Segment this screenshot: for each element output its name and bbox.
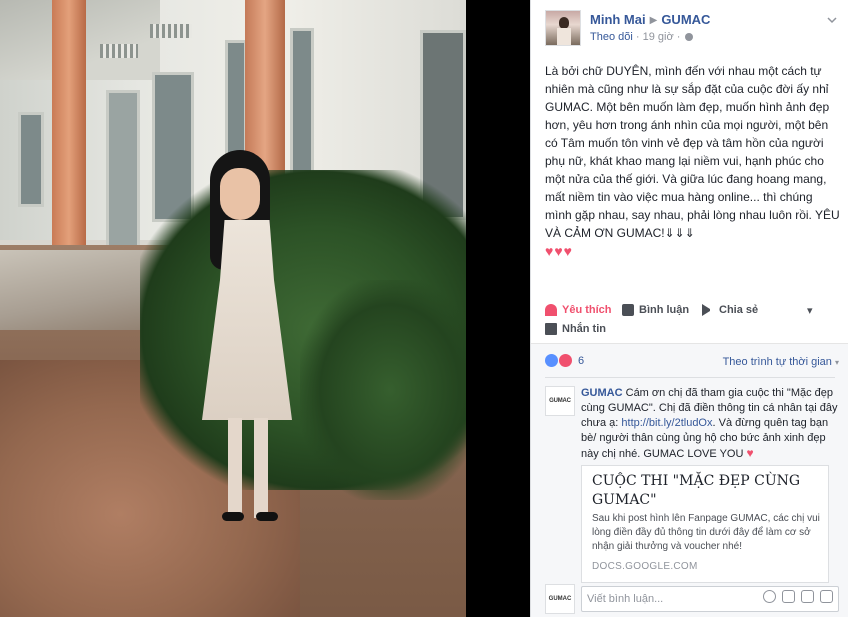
- share-more-button[interactable]: ▾: [807, 304, 813, 317]
- share-label: Chia sẻ: [719, 304, 759, 316]
- post-header: Minh Mai ▶ GUMAC Theo dõi · 19 giờ ·: [545, 10, 843, 50]
- photo-bush: [300, 280, 466, 500]
- emoji-icon[interactable]: [763, 590, 776, 603]
- comment-label: Bình luận: [639, 304, 690, 316]
- heart-icon: [545, 304, 557, 316]
- author-name[interactable]: Minh Mai: [590, 12, 646, 27]
- photo-pane[interactable]: [0, 0, 530, 617]
- photo-vent: [100, 44, 138, 58]
- post-meta: Theo dõi · 19 giờ ·: [590, 31, 694, 43]
- comment-body: GUMAC Cám ơn chị đã tham gia cuộc thi "M…: [581, 386, 839, 462]
- post-author-line: Minh Mai ▶ GUMAC: [590, 12, 710, 27]
- messenger-icon: [545, 323, 557, 335]
- post-time[interactable]: 19 giờ: [643, 31, 674, 43]
- arrow-icon: ▶: [649, 15, 658, 26]
- globe-icon: [685, 33, 694, 42]
- sticker-icon[interactable]: [820, 590, 833, 603]
- comment-input-tools: [763, 590, 833, 603]
- reaction-count: 6: [578, 354, 585, 367]
- photo-person: [180, 150, 320, 530]
- post-text: Là bởi chữ DUYÊN, mình đến với nhau một …: [545, 62, 841, 261]
- photo-pillar: [52, 0, 86, 250]
- chevron-down-icon: ▾: [807, 305, 813, 317]
- post-body: Là bởi chữ DUYÊN, mình đến với nhau một …: [545, 64, 840, 240]
- link-attachment[interactable]: CUỘC THI "MẶC ĐẸP CÙNG GUMAC" Sau khi po…: [581, 465, 829, 583]
- photo-shoe: [222, 512, 244, 521]
- heart-emoji: ♥: [746, 446, 755, 460]
- viewer-avatar: GUMAC: [545, 584, 575, 614]
- like-reaction-icon: [545, 354, 558, 367]
- post-actions: Yêu thích Bình luận Chia sẻ ▾ Nhắn tin: [531, 296, 848, 344]
- attachment-description: Sau khi post hình lên Fanpage GUMAC, các…: [592, 513, 820, 552]
- photo-shoe: [256, 512, 278, 521]
- message-label: Nhắn tin: [562, 323, 606, 335]
- divider: [545, 377, 835, 378]
- attachment-source: DOCS.GOOGLE.COM: [592, 561, 698, 572]
- post-sidebar: Minh Mai ▶ GUMAC Theo dõi · 19 giờ · Là bở…: [530, 0, 848, 617]
- gif-icon[interactable]: [801, 590, 814, 603]
- photo-viewer: Minh Mai ▶ GUMAC Theo dõi · 19 giờ · Là bở…: [0, 0, 848, 617]
- photo-door: [106, 90, 140, 265]
- camera-icon[interactable]: [782, 590, 795, 603]
- meta-dot: ·: [635, 31, 640, 43]
- comment-link[interactable]: http://bit.ly/2tludOx: [621, 417, 712, 429]
- reaction-summary[interactable]: 6: [545, 354, 584, 367]
- comment-icon: [622, 304, 634, 316]
- chevron-down-icon: ▾: [834, 358, 839, 367]
- share-icon: [702, 304, 714, 316]
- love-button[interactable]: Yêu thích: [545, 304, 612, 316]
- page-name[interactable]: GUMAC: [661, 12, 710, 27]
- photo-face: [220, 168, 260, 220]
- share-button[interactable]: Chia sẻ: [702, 304, 758, 316]
- meta-dot: ·: [676, 31, 681, 43]
- commenter-name[interactable]: GUMAC: [581, 387, 623, 399]
- commenter-avatar[interactable]: GUMAC: [545, 386, 575, 416]
- comments-area: 6 Theo trình tự thời gian ▾ GUMAC GUMAC …: [531, 344, 848, 617]
- reply-row: GUMAC Viết bình luận...: [545, 584, 841, 614]
- love-label: Yêu thích: [562, 304, 612, 316]
- chevron-down-icon[interactable]: [825, 14, 839, 28]
- sort-label: Theo trình tự thời gian: [722, 356, 832, 368]
- photo-vent: [150, 24, 192, 38]
- photo-leg: [228, 418, 242, 518]
- message-button[interactable]: Nhắn tin: [545, 323, 606, 335]
- photo-leg: [254, 418, 268, 518]
- author-avatar[interactable]: [545, 10, 581, 46]
- post-photo[interactable]: [0, 0, 466, 617]
- comment-sort-dropdown[interactable]: Theo trình tự thời gian ▾: [723, 356, 839, 368]
- love-reaction-icon: [559, 354, 572, 367]
- follow-button[interactable]: Theo dõi: [590, 31, 633, 43]
- heart-emojis: ♥♥♥: [545, 243, 573, 259]
- attachment-title: CUỘC THI "MẶC ĐẸP CÙNG GUMAC": [592, 473, 801, 508]
- photo-window: [18, 112, 44, 207]
